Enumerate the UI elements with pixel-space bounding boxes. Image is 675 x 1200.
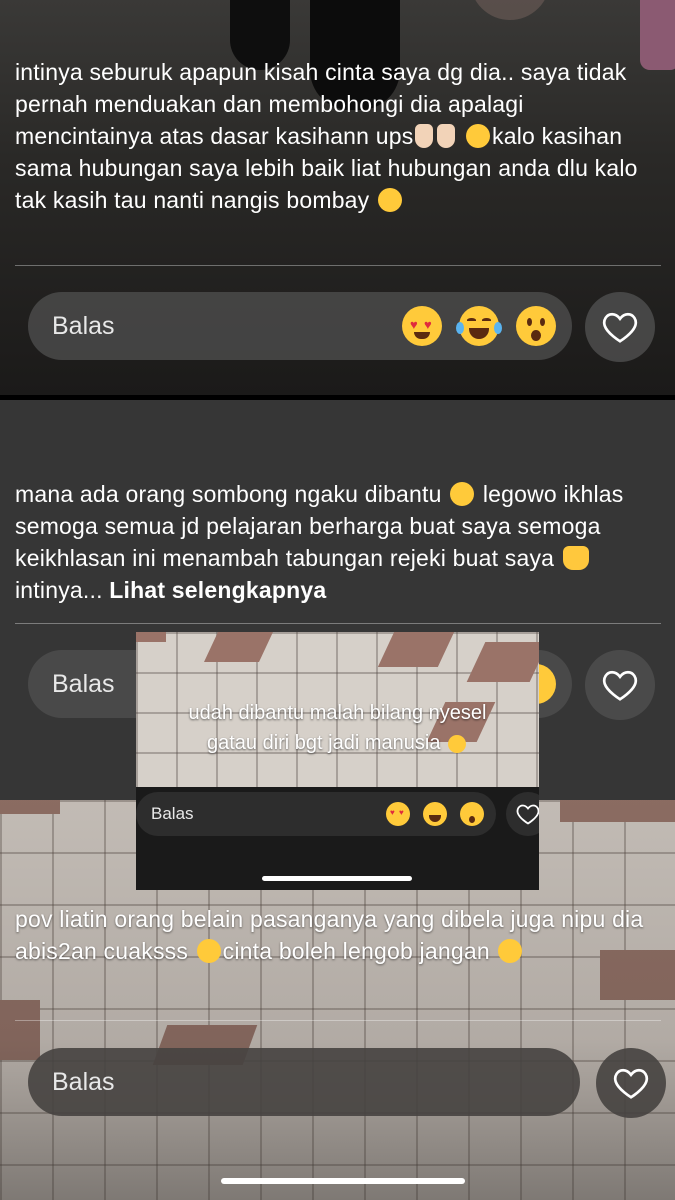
tears-of-joy-emoji[interactable]	[423, 802, 447, 826]
raising-hands-emoji	[562, 546, 589, 570]
heart-eyes-emoji[interactable]: ♥ ♥	[386, 802, 410, 826]
divider	[15, 623, 661, 624]
comment-text-part: mana ada orang sombong ngaku dibantu	[15, 481, 442, 507]
laughing-emoji	[377, 188, 402, 212]
picture-in-picture-story[interactable]: udah dibantu malah bilang nyesel gatau d…	[136, 632, 539, 890]
divider	[15, 1020, 661, 1021]
reply-input[interactable]: Balas ♥ ♥	[28, 292, 572, 360]
like-button[interactable]	[596, 1048, 666, 1118]
heart-icon	[613, 1068, 649, 1099]
floor-tile	[136, 632, 166, 642]
praying-hands-emoji	[415, 124, 434, 148]
home-indicator[interactable]	[262, 876, 412, 881]
reply-input[interactable]: Balas	[28, 1048, 580, 1116]
home-indicator[interactable]	[221, 1178, 465, 1184]
grimacing-emoji	[450, 482, 475, 506]
like-button[interactable]	[585, 650, 655, 720]
background-shape	[470, 0, 550, 20]
praying-hands-emoji	[437, 124, 456, 148]
like-button[interactable]	[585, 292, 655, 362]
reply-label: Balas	[52, 669, 115, 698]
tears-of-joy-emoji[interactable]	[456, 306, 502, 346]
overlay-caption: udah dibantu malah bilang nyesel gatau d…	[136, 698, 539, 758]
floor-tile	[466, 642, 539, 682]
heart-icon	[602, 312, 638, 343]
comment-text: intinya seburuk apapun kisah cinta saya …	[15, 56, 665, 216]
smiling-hearts-emoji	[498, 939, 523, 963]
floor-tile	[377, 632, 455, 667]
comment-text: pov liatin orang belain pasanganya yang …	[15, 903, 665, 967]
reply-input[interactable]: Balas ♥ ♥	[136, 792, 496, 836]
quick-reactions: ♥ ♥	[386, 802, 484, 826]
reply-label: Balas	[151, 804, 194, 823]
caption-line-text: gatau diri bgt jadi manusia	[206, 732, 441, 754]
like-button[interactable]	[506, 792, 539, 836]
heart-icon	[602, 670, 638, 701]
reply-label: Balas	[52, 311, 115, 340]
divider	[15, 265, 661, 266]
quick-reactions: ♥ ♥	[402, 306, 556, 346]
surprised-emoji[interactable]	[516, 306, 556, 346]
heart-eyes-emoji[interactable]: ♥ ♥	[402, 306, 442, 346]
comment-text-part: intinya...	[15, 577, 103, 603]
floor-tile	[204, 632, 273, 662]
grinning-sweat-emoji	[466, 124, 491, 148]
caption-line: udah dibantu malah bilang nyesel	[188, 702, 487, 724]
grinning-sweat-emoji	[448, 735, 467, 753]
caption-line: gatau diri bgt jadi manusia	[136, 728, 539, 758]
heart-icon	[516, 804, 539, 825]
story-panel-1: intinya seburuk apapun kisah cinta saya …	[0, 0, 675, 395]
tongue-out-emoji	[196, 939, 221, 963]
comment-text: mana ada orang sombong ngaku dibantu leg…	[15, 478, 665, 606]
reply-label: Balas	[52, 1067, 115, 1096]
surprised-emoji[interactable]	[460, 802, 484, 826]
comment-text-part: cinta boleh lengob jangan	[222, 938, 490, 964]
see-more-link[interactable]: Lihat selengkapnya	[109, 577, 326, 603]
